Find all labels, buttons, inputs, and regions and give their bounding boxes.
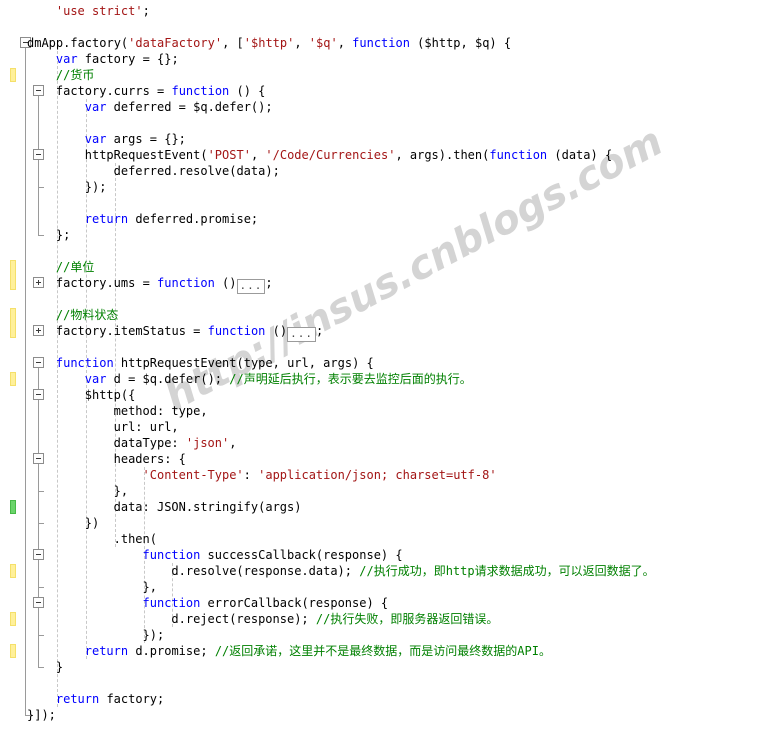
collapsed-region-box[interactable]: ...: [287, 327, 316, 342]
code-line[interactable]: });: [143, 627, 165, 643]
code-line[interactable]: factory.ums = function ()...;: [56, 275, 273, 294]
code-line[interactable]: url: url,: [114, 419, 179, 435]
fold-collapse-box[interactable]: [33, 549, 44, 560]
code-line[interactable]: //货币: [56, 67, 94, 83]
code-line[interactable]: };: [56, 227, 70, 243]
code-line[interactable]: d.resolve(response.data); //执行成功，即http请求…: [171, 563, 654, 579]
code-line[interactable]: var factory = {};: [56, 51, 179, 67]
code-line[interactable]: method: type,: [114, 403, 208, 419]
outline-rail-end: [38, 523, 44, 524]
code-line[interactable]: .then(: [114, 531, 157, 547]
code-line[interactable]: data: JSON.stringify(args): [114, 499, 302, 515]
change-marker-modified: [10, 644, 16, 658]
change-marker-modified: [10, 308, 16, 338]
code-line[interactable]: return d.promise; //返回承诺，这里并不是最终数据，而是访问最…: [85, 643, 551, 659]
code-line[interactable]: }: [56, 659, 63, 675]
code-line[interactable]: }]);: [27, 707, 56, 723]
code-editor-surface[interactable]: http://insus.cnblogs.com 'use strict'; dm…: [0, 0, 763, 744]
code-line[interactable]: $http({: [85, 387, 136, 403]
code-line[interactable]: var d = $q.defer(); //声明延后执行，表示要去监控后面的执行…: [85, 371, 472, 387]
outline-rail: [38, 607, 39, 635]
code-line[interactable]: function errorCallback(response) {: [143, 595, 389, 611]
code-line[interactable]: headers: {: [114, 451, 186, 467]
change-marker-modified: [10, 564, 16, 578]
code-line[interactable]: function successCallback(response) {: [143, 547, 403, 563]
outline-rail-end: [38, 235, 44, 236]
code-line[interactable]: var deferred = $q.defer();: [85, 99, 273, 115]
fold-collapse-box[interactable]: [33, 149, 44, 160]
fold-collapse-box[interactable]: [33, 389, 44, 400]
fold-expand-box[interactable]: [33, 325, 44, 336]
code-line[interactable]: httpRequestEvent('POST', '/Code/Currenci…: [85, 147, 612, 163]
collapsed-region-box[interactable]: ...: [236, 279, 266, 294]
code-line[interactable]: },: [114, 483, 128, 499]
code-line[interactable]: });: [85, 179, 107, 195]
outline-rail: [25, 47, 26, 715]
fold-expand-box[interactable]: [33, 277, 44, 288]
code-line[interactable]: return deferred.promise;: [85, 211, 258, 227]
change-marker-saved: [10, 500, 16, 514]
fold-collapse-box[interactable]: [33, 357, 44, 368]
code-line[interactable]: deferred.resolve(data);: [114, 163, 280, 179]
code-line[interactable]: var args = {};: [85, 131, 186, 147]
outline-rail-end: [38, 635, 44, 636]
code-line[interactable]: 'Content-Type': 'application/json; chars…: [143, 467, 497, 483]
code-line[interactable]: d.reject(response); //执行失败，即服务器返回错误。: [171, 611, 498, 627]
fold-collapse-box[interactable]: [33, 597, 44, 608]
change-marker-modified: [10, 372, 16, 386]
code-line[interactable]: factory.itemStatus = function ()...;: [56, 323, 323, 342]
change-marker-modified: [10, 612, 16, 626]
code-line[interactable]: return factory;: [56, 691, 164, 707]
fold-collapse-box[interactable]: [33, 85, 44, 96]
outline-rail-end: [38, 491, 44, 492]
outline-rail: [38, 463, 39, 491]
outline-rail-end: [38, 667, 44, 668]
change-marker-modified: [10, 260, 16, 290]
code-line[interactable]: dataType: 'json',: [114, 435, 237, 451]
outline-rail: [38, 559, 39, 587]
indent-guide: [56, 51, 58, 707]
code-line[interactable]: //物料状态: [56, 307, 118, 323]
fold-collapse-box[interactable]: [33, 453, 44, 464]
code-line[interactable]: function httpRequestEvent(type, url, arg…: [56, 355, 374, 371]
code-line[interactable]: factory.currs = function () {: [56, 83, 266, 99]
outline-rail-end: [38, 187, 44, 188]
code-line[interactable]: 'use strict';: [56, 3, 150, 19]
code-line[interactable]: },: [143, 579, 157, 595]
code-line[interactable]: dmApp.factory('dataFactory', ['$http', '…: [27, 35, 511, 51]
code-line[interactable]: //单位: [56, 259, 94, 275]
change-marker-modified: [10, 68, 16, 82]
code-line[interactable]: }): [85, 515, 99, 531]
outline-rail-end: [38, 587, 44, 588]
outline-rail: [38, 159, 39, 187]
